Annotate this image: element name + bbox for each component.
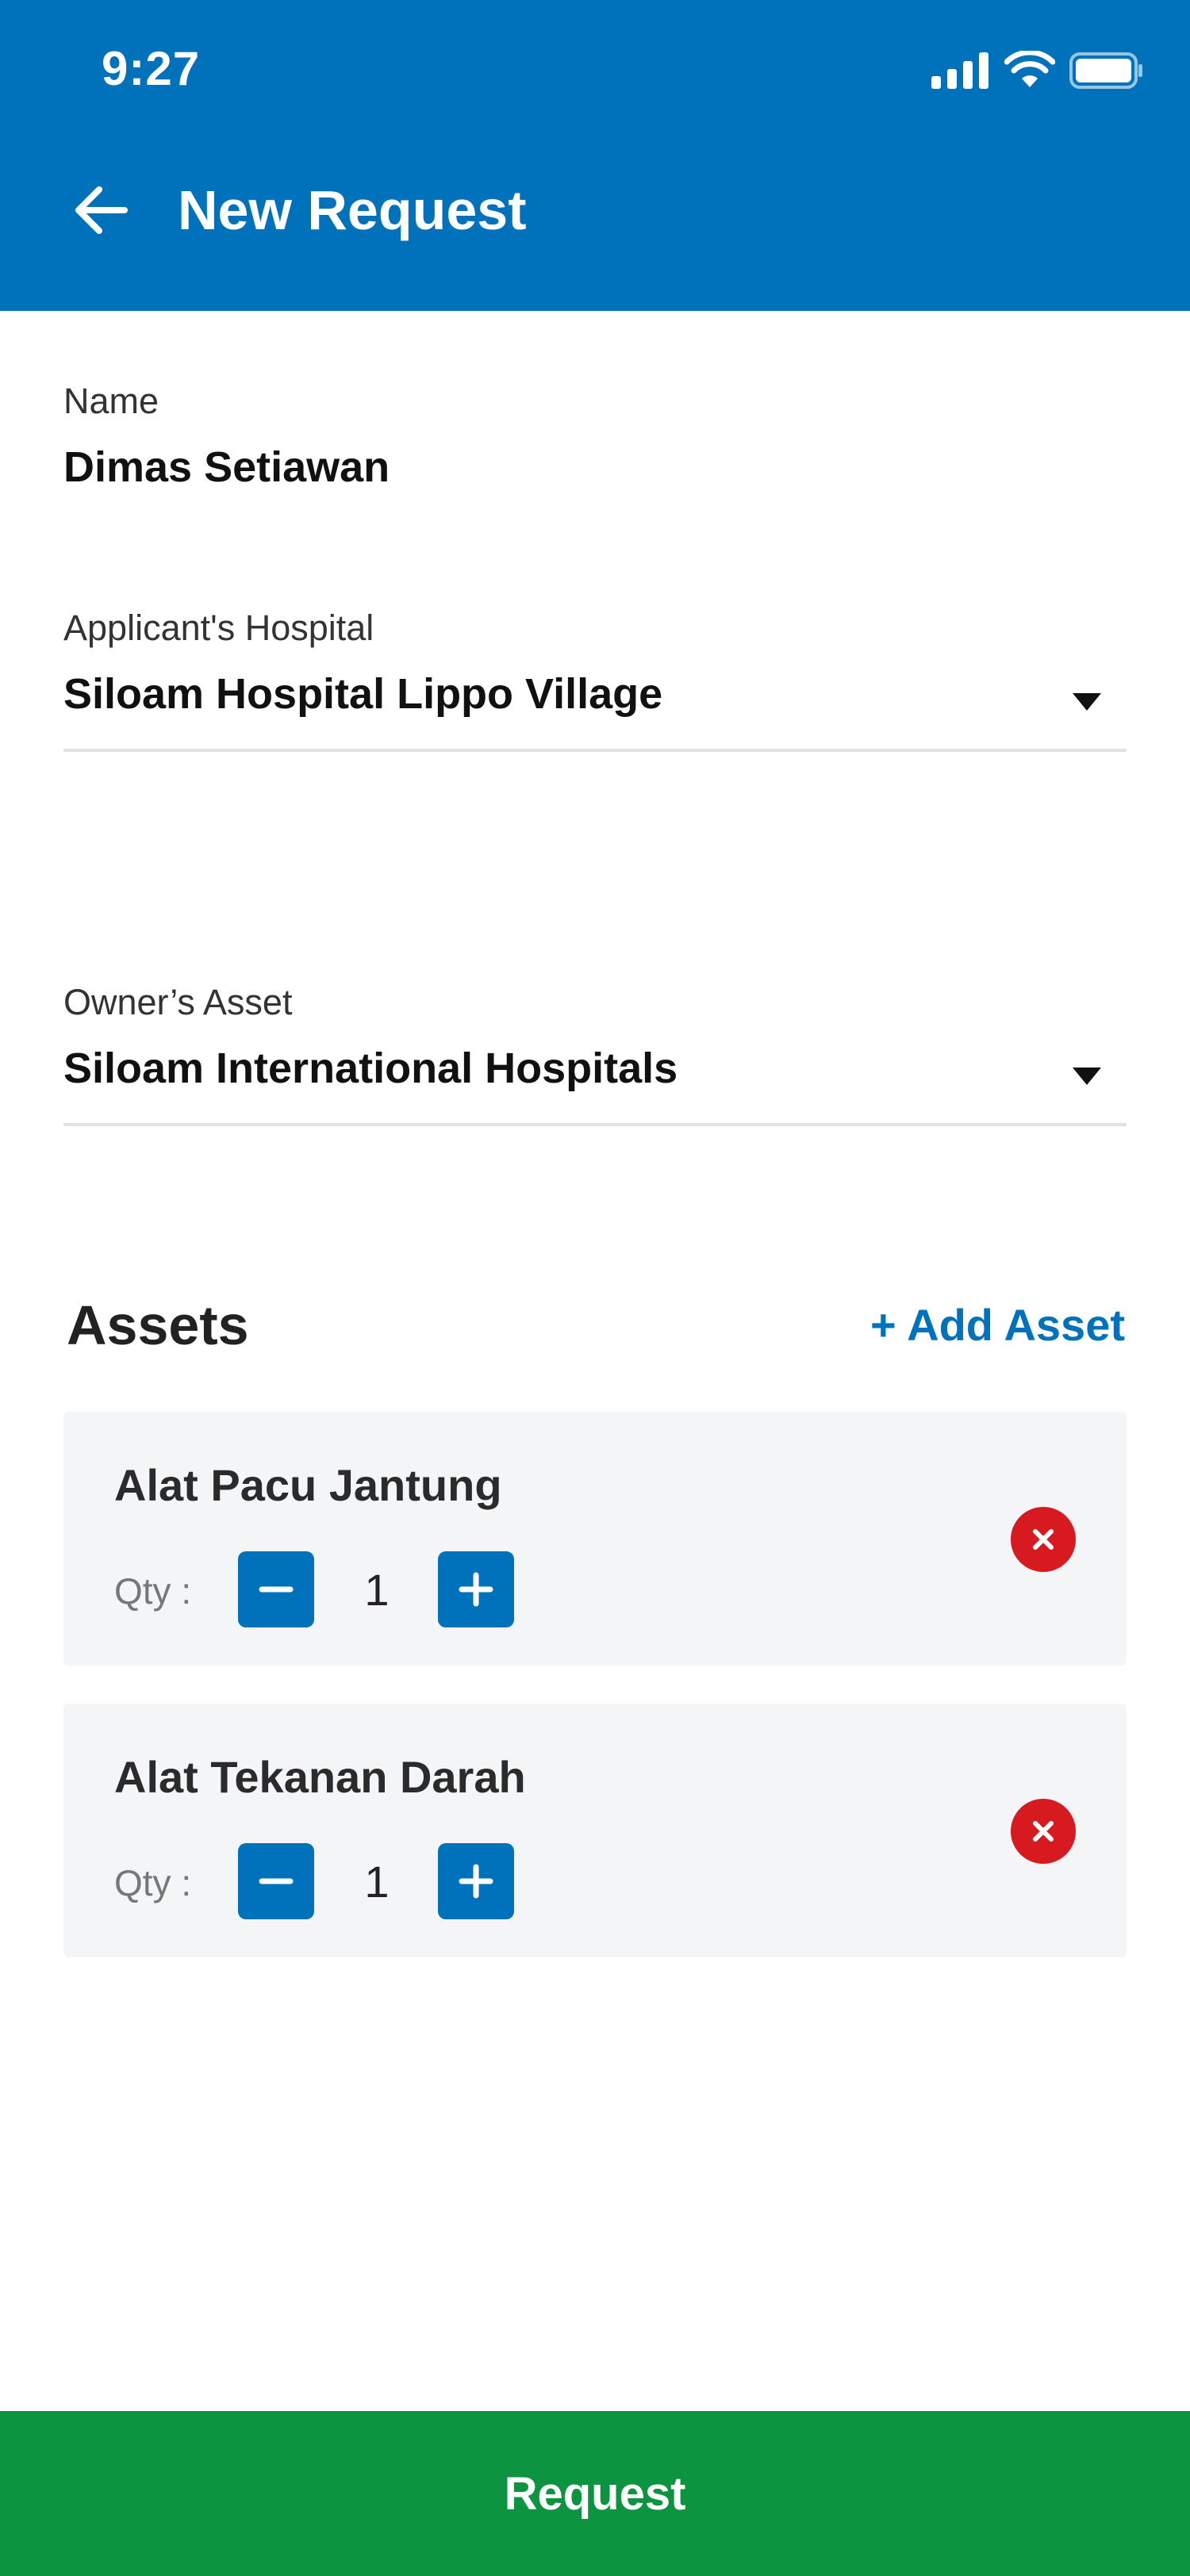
owner-asset-value: Siloam International Hospitals (63, 1045, 678, 1092)
owner-asset-select[interactable]: Owner’s Asset Siloam International Hospi… (63, 980, 1127, 1126)
caret-down-icon (1073, 1068, 1101, 1085)
minus-icon (259, 1586, 294, 1593)
back-button[interactable] (67, 176, 135, 244)
page-title: New Request (178, 179, 527, 241)
plus-icon (459, 1572, 493, 1607)
asset-name: Alat Pacu Jantung (114, 1460, 502, 1510)
minus-icon (259, 1878, 294, 1884)
status-icons (931, 51, 1144, 94)
applicant-hospital-label: Applicant's Hospital (63, 608, 374, 648)
qty-label: Qty : (114, 1570, 192, 1612)
asset-card: Alat Pacu Jantung Qty : 1 (63, 1412, 1127, 1666)
qty-increase-button[interactable] (438, 1551, 514, 1627)
assets-title: Assets (67, 1294, 249, 1356)
remove-asset-button[interactable] (1011, 1799, 1076, 1864)
battery-icon (1069, 52, 1142, 89)
qty-increase-button[interactable] (438, 1843, 514, 1919)
wifi-icon (1004, 51, 1055, 87)
name-label: Name (63, 381, 159, 421)
arrow-left-icon (75, 186, 128, 234)
plus-icon (459, 1864, 493, 1899)
asset-card: Alat Tekanan Darah Qty : 1 (63, 1704, 1127, 1957)
request-button[interactable]: Request (0, 2411, 1190, 2576)
qty-decrease-button[interactable] (238, 1843, 314, 1919)
owner-asset-label: Owner’s Asset (63, 982, 293, 1022)
asset-name: Alat Tekanan Darah (114, 1752, 526, 1802)
qty-value: 1 (364, 1857, 390, 1907)
applicant-hospital-select[interactable]: Applicant's Hospital Siloam Hospital Lip… (63, 606, 1127, 752)
qty-value: 1 (364, 1565, 390, 1615)
signal-icon (931, 52, 988, 89)
add-asset-button[interactable]: + Add Asset (870, 1296, 1125, 1355)
remove-asset-button[interactable] (1011, 1507, 1076, 1572)
name-field: Name Dimas Setiawan (63, 379, 1127, 495)
qty-label: Qty : (114, 1862, 192, 1903)
applicant-hospital-value: Siloam Hospital Lippo Village (63, 670, 663, 718)
close-icon (1033, 1529, 1054, 1550)
app-header: 9:27 New Request (0, 0, 1190, 311)
status-time: 9:27 (102, 42, 201, 95)
caret-down-icon (1073, 693, 1101, 711)
name-value: Dimas Setiawan (63, 443, 390, 491)
close-icon (1033, 1821, 1054, 1842)
qty-decrease-button[interactable] (238, 1551, 314, 1627)
